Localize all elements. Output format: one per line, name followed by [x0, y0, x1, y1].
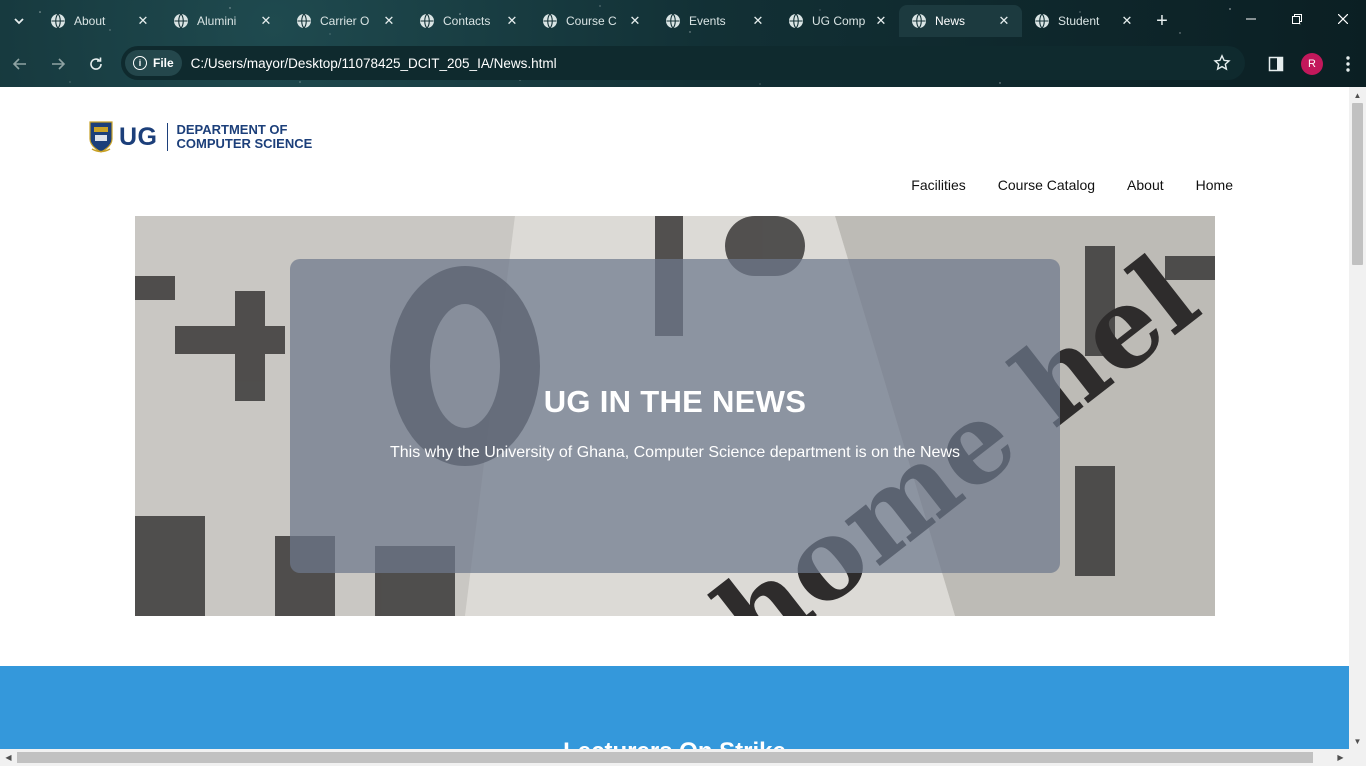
- browser-toolbar: i File C:/Users/mayor/Desktop/11078425_D…: [0, 40, 1366, 87]
- tab-title: News: [935, 14, 966, 28]
- tab-title: Contacts: [443, 14, 491, 28]
- tab-close-icon[interactable]: ✕: [135, 13, 151, 29]
- toolbar-actions: R: [1258, 40, 1366, 87]
- globe-icon: [543, 13, 557, 29]
- tab-close-icon[interactable]: ✕: [750, 13, 766, 29]
- minimize-icon: [1246, 18, 1256, 20]
- page-viewport: UG DEPARTMENT OF COMPUTER SCIENCE Facili…: [0, 87, 1349, 749]
- tab-course-c[interactable]: Course C ✕: [530, 5, 653, 37]
- scroll-up-arrow[interactable]: ▲: [1349, 87, 1366, 103]
- globe-icon: [789, 13, 803, 29]
- chevron-down-icon: [14, 18, 24, 25]
- tab-ug-comp[interactable]: UG Comp ✕: [776, 5, 899, 37]
- tab-title: About: [74, 14, 106, 28]
- tab-alumini[interactable]: Alumini ✕: [161, 5, 284, 37]
- tab-close-icon[interactable]: ✕: [627, 13, 643, 29]
- nav-link-home[interactable]: Home: [1196, 177, 1233, 193]
- tab-strip: About ✕ Alumini ✕ Carrier O ✕ Contacts ✕ Course …: [0, 4, 1366, 38]
- side-panel-button[interactable]: [1258, 46, 1294, 82]
- globe-icon: [51, 13, 65, 29]
- globe-icon: [420, 13, 434, 29]
- tab-news[interactable]: News ✕: [899, 5, 1022, 37]
- logo-line-1: DEPARTMENT OF: [176, 122, 288, 137]
- logo-divider: [166, 123, 168, 151]
- tab-title: Course C: [566, 14, 617, 28]
- tab-close-icon[interactable]: ✕: [258, 13, 274, 29]
- url-text[interactable]: C:/Users/mayor/Desktop/11078425_DCIT_205…: [191, 56, 557, 71]
- logo-line-2: COMPUTER SCIENCE: [176, 136, 313, 151]
- tab-title: Alumini: [197, 14, 237, 28]
- tab-close-icon[interactable]: ✕: [873, 13, 889, 29]
- address-bar[interactable]: i File C:/Users/mayor/Desktop/11078425_D…: [121, 46, 1245, 80]
- logo-text: DEPARTMENT OF COMPUTER SCIENCE: [177, 123, 313, 151]
- vertical-scrollbar[interactable]: ▲ ▼: [1349, 87, 1366, 749]
- restore-icon: [1292, 14, 1302, 24]
- scroll-right-arrow[interactable]: ▶: [1332, 749, 1349, 766]
- tab-contacts[interactable]: Contacts ✕: [407, 5, 530, 37]
- scroll-left-arrow[interactable]: ◀: [0, 749, 17, 766]
- close-window-button[interactable]: [1320, 0, 1366, 38]
- globe-icon: [912, 13, 926, 29]
- news-section: Lecturers On Strike: [0, 666, 1349, 749]
- scroll-down-arrow[interactable]: ▼: [1349, 733, 1366, 749]
- arrow-right-icon: [52, 57, 66, 70]
- new-tab-button[interactable]: +: [1145, 4, 1179, 38]
- more-vertical-icon: [1346, 55, 1350, 72]
- arrow-left-icon: [12, 57, 26, 70]
- window-controls: [1228, 0, 1366, 38]
- tab-title: Carrier O: [320, 14, 370, 28]
- tab-events[interactable]: Events ✕: [653, 5, 776, 37]
- hero-title: UG IN THE NEWS: [543, 384, 807, 419]
- tab-close-icon[interactable]: ✕: [381, 13, 397, 29]
- site-logo[interactable]: UG DEPARTMENT OF COMPUTER SCIENCE: [89, 121, 312, 153]
- reload-button[interactable]: [78, 46, 114, 82]
- horizontal-scrollbar[interactable]: ◀ ▶: [0, 749, 1366, 766]
- globe-icon: [297, 13, 311, 29]
- side-panel-icon: [1268, 56, 1284, 71]
- nav-link-course-catalog[interactable]: Course Catalog: [998, 177, 1095, 193]
- minimize-button[interactable]: [1228, 0, 1274, 38]
- avatar: R: [1301, 52, 1323, 75]
- main-nav: Facilities Course Catalog About Home: [911, 177, 1233, 193]
- tab-title: UG Comp: [812, 14, 866, 28]
- horizontal-scroll-thumb[interactable]: [17, 752, 1313, 763]
- nav-link-about[interactable]: About: [1127, 177, 1164, 193]
- browser-chrome: About ✕ Alumini ✕ Carrier O ✕ Contacts ✕ Course …: [0, 0, 1366, 87]
- tab-about[interactable]: About ✕: [38, 5, 161, 37]
- tab-student[interactable]: Student ✕: [1022, 5, 1145, 37]
- tab-search-button[interactable]: [0, 4, 38, 38]
- crest-icon: [89, 121, 113, 153]
- logo-short-name: UG: [119, 122, 158, 151]
- hero-overlay: UG IN THE NEWS This why the University o…: [290, 259, 1060, 573]
- tab-close-icon[interactable]: ✕: [1119, 13, 1135, 29]
- forward-button[interactable]: [40, 46, 76, 82]
- info-icon: i: [133, 56, 147, 70]
- menu-button[interactable]: [1330, 46, 1366, 82]
- restore-button[interactable]: [1274, 0, 1320, 38]
- profile-button[interactable]: R: [1294, 46, 1330, 82]
- back-button[interactable]: [2, 46, 38, 82]
- tab-list: About ✕ Alumini ✕ Carrier O ✕ Contacts ✕ Course …: [38, 5, 1145, 37]
- close-icon: [1338, 14, 1348, 24]
- hero-subtitle: This why the University of Ghana, Comput…: [389, 444, 961, 461]
- tab-title: Student: [1058, 14, 1100, 28]
- site-info-label: File: [153, 56, 174, 70]
- globe-icon: [174, 13, 188, 29]
- nav-link-facilities[interactable]: Facilities: [911, 177, 965, 193]
- star-icon[interactable]: [1213, 54, 1231, 72]
- globe-icon: [1035, 13, 1049, 29]
- hero-banner: home hel UG IN THE NEWS This why the Uni…: [135, 216, 1215, 616]
- tab-close-icon[interactable]: ✕: [996, 13, 1012, 29]
- reload-icon: [90, 57, 102, 70]
- tab-title: Events: [689, 14, 726, 28]
- vertical-scroll-thumb[interactable]: [1352, 103, 1363, 265]
- tab-close-icon[interactable]: ✕: [504, 13, 520, 29]
- tab-carrier-o[interactable]: Carrier O ✕: [284, 5, 407, 37]
- globe-icon: [666, 13, 680, 29]
- news-section-heading: Lecturers On Strike: [0, 738, 1349, 749]
- site-info-chip[interactable]: i File: [125, 50, 182, 76]
